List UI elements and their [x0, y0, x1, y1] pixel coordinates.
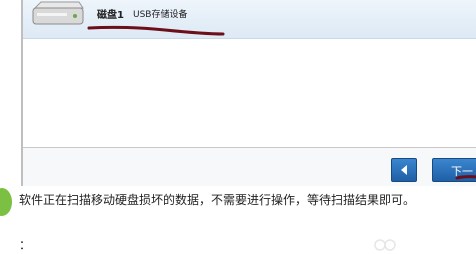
recovery-window: 磁盘1 USB存储设备 下一	[0, 0, 476, 186]
next-button[interactable]: 下一	[432, 158, 476, 182]
device-name: 磁盘1	[97, 10, 124, 21]
previous-button[interactable]	[391, 158, 417, 182]
device-list-panel: 磁盘1 USB存储设备	[23, 0, 476, 148]
arrow-left-icon	[401, 165, 407, 175]
hard-drive-icon	[32, 1, 84, 25]
annotation-mark	[455, 175, 476, 180]
annotation-underline	[87, 25, 225, 36]
step-instruction: 软件正在扫描移动硬盘损坏的数据，不需要进行操作，等待扫描结果即可。	[19, 193, 416, 207]
step-badge	[0, 188, 12, 216]
watermark-icon	[374, 239, 396, 251]
device-description: USB存储设备	[133, 10, 188, 20]
step-continuation: ：	[19, 238, 32, 252]
device-list-item[interactable]: 磁盘1 USB存储设备	[23, 0, 476, 39]
